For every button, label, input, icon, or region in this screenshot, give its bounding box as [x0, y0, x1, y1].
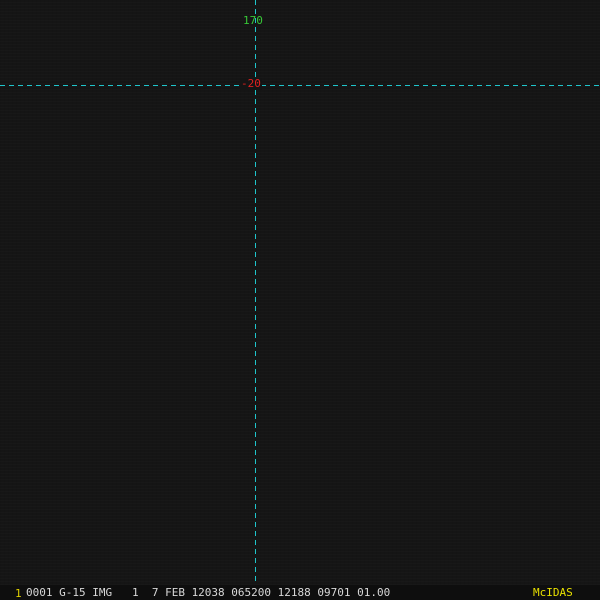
longitude-grid-label: 170 [243, 14, 263, 27]
satellite-image-area[interactable]: 170 -20 [0, 0, 600, 585]
mcidas-brand-label: McIDAS [533, 586, 573, 599]
lat-lon-grid-overlay [0, 0, 600, 585]
frame-number-indicator: 1 [15, 587, 22, 600]
frame-status-bar: 1 0001 G-15 IMG 1 7 FEB 12038 065200 121… [0, 585, 600, 600]
frame-info-text: 0001 G-15 IMG 1 7 FEB 12038 065200 12188… [26, 586, 391, 599]
latitude-grid-label: -20 [240, 77, 262, 90]
mcidas-image-frame[interactable]: 170 -20 1 0001 G-15 IMG 1 7 FEB 12038 06… [0, 0, 600, 600]
